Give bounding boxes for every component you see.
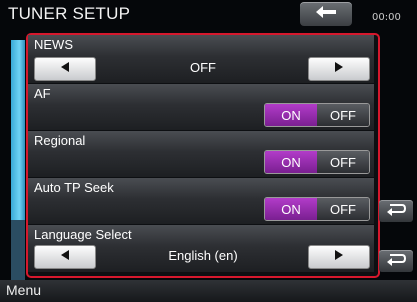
arrow-right-icon [333, 248, 345, 266]
setting-row-regional: Regional ON OFF [28, 131, 374, 177]
news-next-button[interactable] [308, 57, 370, 81]
bottom-bar [0, 280, 417, 302]
return-button-upper[interactable] [379, 200, 413, 222]
setting-row-auto-tp-seek: Auto TP Seek ON OFF [28, 178, 374, 224]
setting-row-news: NEWS OFF [28, 35, 374, 83]
setting-label-regional: Regional [34, 133, 86, 148]
return-icon [386, 202, 407, 221]
setting-row-af: AF ON OFF [28, 84, 374, 130]
news-value: OFF [190, 60, 216, 75]
language-value: English (en) [168, 248, 238, 263]
setting-label-news: NEWS [34, 37, 73, 52]
setting-label-auto-tp-seek: Auto TP Seek [34, 180, 114, 195]
menu-button[interactable]: Menu [6, 282, 41, 298]
arrow-left-icon [59, 60, 71, 78]
regional-off-option[interactable]: OFF [317, 151, 369, 173]
setting-row-language-select: Language Select English (en) [28, 225, 374, 272]
regional-toggle[interactable]: ON OFF [264, 150, 370, 174]
page-title: TUNER SETUP [8, 4, 131, 23]
setting-label-language-select: Language Select [34, 227, 132, 242]
setting-label-af: AF [34, 86, 51, 101]
arrow-left-icon [59, 248, 71, 266]
language-next-button[interactable] [308, 245, 370, 269]
back-button[interactable] [300, 2, 352, 26]
language-prev-button[interactable] [34, 245, 96, 269]
clock: 00:00 [372, 12, 401, 23]
return-icon [386, 252, 407, 271]
arrow-right-icon [333, 60, 345, 78]
regional-on-option[interactable]: ON [265, 151, 317, 173]
auto-tp-seek-toggle[interactable]: ON OFF [264, 197, 370, 221]
auto-tp-seek-on-option[interactable]: ON [265, 198, 317, 220]
af-toggle[interactable]: ON OFF [264, 103, 370, 127]
af-off-option[interactable]: OFF [317, 104, 369, 126]
return-button-lower[interactable] [379, 250, 413, 272]
scrollbar-thumb[interactable] [11, 40, 25, 220]
af-on-option[interactable]: ON [265, 104, 317, 126]
news-prev-button[interactable] [34, 57, 96, 81]
back-arrow-icon [315, 5, 337, 24]
auto-tp-seek-off-option[interactable]: OFF [317, 198, 369, 220]
